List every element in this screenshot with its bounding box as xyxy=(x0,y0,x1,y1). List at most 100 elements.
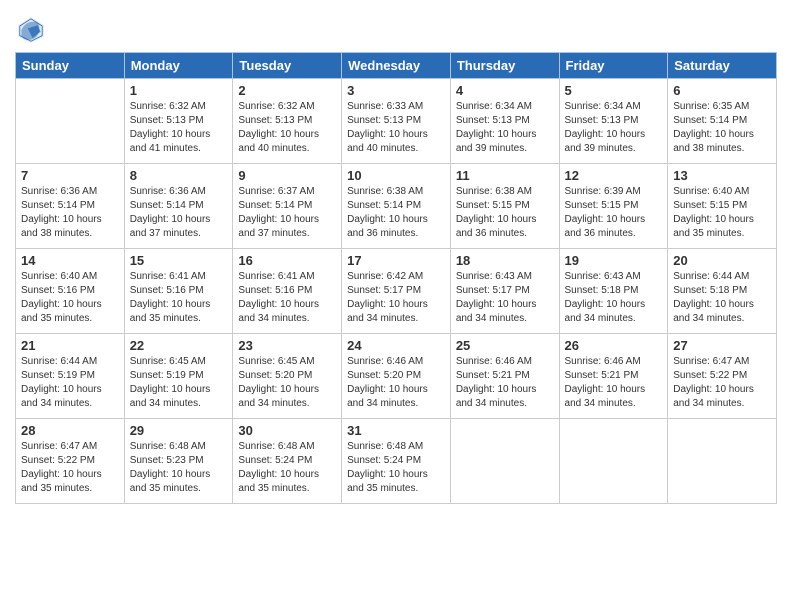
day-cell xyxy=(450,419,559,504)
day-cell: 10 Sunrise: 6:38 AM Sunset: 5:14 PM Dayli… xyxy=(342,164,451,249)
day-number: 9 xyxy=(238,168,336,183)
day-number: 19 xyxy=(565,253,663,268)
day-info: Sunrise: 6:44 AM Sunset: 5:19 PM Dayligh… xyxy=(21,355,119,411)
day-number: 24 xyxy=(347,338,445,353)
day-number: 28 xyxy=(21,423,119,438)
logo-icon xyxy=(15,14,47,46)
day-info: Sunrise: 6:41 AM Sunset: 5:16 PM Dayligh… xyxy=(238,270,336,326)
day-number: 10 xyxy=(347,168,445,183)
day-number: 27 xyxy=(673,338,771,353)
header-cell-wednesday: Wednesday xyxy=(342,53,451,79)
day-cell: 29 Sunrise: 6:48 AM Sunset: 5:23 PM Dayli… xyxy=(124,419,233,504)
day-info: Sunrise: 6:34 AM Sunset: 5:13 PM Dayligh… xyxy=(456,100,554,156)
day-info: Sunrise: 6:43 AM Sunset: 5:18 PM Dayligh… xyxy=(565,270,663,326)
header-cell-tuesday: Tuesday xyxy=(233,53,342,79)
day-cell: 9 Sunrise: 6:37 AM Sunset: 5:14 PM Daylig… xyxy=(233,164,342,249)
day-cell: 11 Sunrise: 6:38 AM Sunset: 5:15 PM Dayli… xyxy=(450,164,559,249)
header-cell-thursday: Thursday xyxy=(450,53,559,79)
day-cell xyxy=(559,419,668,504)
day-info: Sunrise: 6:48 AM Sunset: 5:23 PM Dayligh… xyxy=(130,440,228,496)
day-info: Sunrise: 6:36 AM Sunset: 5:14 PM Dayligh… xyxy=(21,185,119,241)
day-number: 26 xyxy=(565,338,663,353)
day-info: Sunrise: 6:47 AM Sunset: 5:22 PM Dayligh… xyxy=(673,355,771,411)
day-number: 1 xyxy=(130,83,228,98)
week-row-2: 7Sunrise: 6:36 AM Sunset: 5:14 PM Daylig… xyxy=(16,164,777,249)
day-number: 29 xyxy=(130,423,228,438)
day-number: 12 xyxy=(565,168,663,183)
day-number: 6 xyxy=(673,83,771,98)
day-number: 15 xyxy=(130,253,228,268)
header-cell-monday: Monday xyxy=(124,53,233,79)
day-number: 22 xyxy=(130,338,228,353)
header-cell-friday: Friday xyxy=(559,53,668,79)
day-cell: 3Sunrise: 6:33 AM Sunset: 5:13 PM Daylig… xyxy=(342,79,451,164)
day-cell: 1 Sunrise: 6:32 AM Sunset: 5:13 PM Daylig… xyxy=(124,79,233,164)
day-number: 11 xyxy=(456,168,554,183)
day-number: 5 xyxy=(565,83,663,98)
day-cell: 26 Sunrise: 6:46 AM Sunset: 5:21 PM Dayli… xyxy=(559,334,668,419)
day-number: 21 xyxy=(21,338,119,353)
day-info: Sunrise: 6:32 AM Sunset: 5:13 PM Dayligh… xyxy=(238,100,336,156)
day-cell: 23 Sunrise: 6:45 AM Sunset: 5:20 PM Dayli… xyxy=(233,334,342,419)
week-row-5: 28 Sunrise: 6:47 AM Sunset: 5:22 PM Dayli… xyxy=(16,419,777,504)
day-cell: 8 Sunrise: 6:36 AM Sunset: 5:14 PM Daylig… xyxy=(124,164,233,249)
day-info: Sunrise: 6:40 AM Sunset: 5:15 PM Dayligh… xyxy=(673,185,771,241)
day-info: Sunrise: 6:39 AM Sunset: 5:15 PM Dayligh… xyxy=(565,185,663,241)
day-info: Sunrise: 6:46 AM Sunset: 5:21 PM Dayligh… xyxy=(565,355,663,411)
day-number: 3 xyxy=(347,83,445,98)
day-cell: 25Sunrise: 6:46 AM Sunset: 5:21 PM Dayli… xyxy=(450,334,559,419)
day-info: Sunrise: 6:41 AM Sunset: 5:16 PM Dayligh… xyxy=(130,270,228,326)
day-cell: 15 Sunrise: 6:41 AM Sunset: 5:16 PM Dayli… xyxy=(124,249,233,334)
day-info: Sunrise: 6:43 AM Sunset: 5:17 PM Dayligh… xyxy=(456,270,554,326)
day-cell: 18 Sunrise: 6:43 AM Sunset: 5:17 PM Dayli… xyxy=(450,249,559,334)
day-cell: 30Sunrise: 6:48 AM Sunset: 5:24 PM Dayli… xyxy=(233,419,342,504)
day-cell: 4 Sunrise: 6:34 AM Sunset: 5:13 PM Daylig… xyxy=(450,79,559,164)
week-row-3: 14Sunrise: 6:40 AM Sunset: 5:16 PM Dayli… xyxy=(16,249,777,334)
day-cell xyxy=(16,79,125,164)
day-cell: 14Sunrise: 6:40 AM Sunset: 5:16 PM Dayli… xyxy=(16,249,125,334)
day-info: Sunrise: 6:36 AM Sunset: 5:14 PM Dayligh… xyxy=(130,185,228,241)
day-info: Sunrise: 6:38 AM Sunset: 5:15 PM Dayligh… xyxy=(456,185,554,241)
day-cell: 27 Sunrise: 6:47 AM Sunset: 5:22 PM Dayli… xyxy=(668,334,777,419)
day-cell: 2 Sunrise: 6:32 AM Sunset: 5:13 PM Daylig… xyxy=(233,79,342,164)
day-info: Sunrise: 6:40 AM Sunset: 5:16 PM Dayligh… xyxy=(21,270,119,326)
day-cell: 31 Sunrise: 6:48 AM Sunset: 5:24 PM Dayli… xyxy=(342,419,451,504)
day-info: Sunrise: 6:45 AM Sunset: 5:19 PM Dayligh… xyxy=(130,355,228,411)
day-info: Sunrise: 6:47 AM Sunset: 5:22 PM Dayligh… xyxy=(21,440,119,496)
day-number: 20 xyxy=(673,253,771,268)
day-number: 18 xyxy=(456,253,554,268)
day-info: Sunrise: 6:32 AM Sunset: 5:13 PM Dayligh… xyxy=(130,100,228,156)
week-row-4: 21 Sunrise: 6:44 AM Sunset: 5:19 PM Dayli… xyxy=(16,334,777,419)
day-cell: 6 Sunrise: 6:35 AM Sunset: 5:14 PM Daylig… xyxy=(668,79,777,164)
day-number: 8 xyxy=(130,168,228,183)
day-info: Sunrise: 6:44 AM Sunset: 5:18 PM Dayligh… xyxy=(673,270,771,326)
logo xyxy=(15,14,49,46)
day-info: Sunrise: 6:45 AM Sunset: 5:20 PM Dayligh… xyxy=(238,355,336,411)
header-cell-saturday: Saturday xyxy=(668,53,777,79)
day-cell: 22 Sunrise: 6:45 AM Sunset: 5:19 PM Dayli… xyxy=(124,334,233,419)
day-cell: 16 Sunrise: 6:41 AM Sunset: 5:16 PM Dayli… xyxy=(233,249,342,334)
day-number: 23 xyxy=(238,338,336,353)
day-info: Sunrise: 6:46 AM Sunset: 5:20 PM Dayligh… xyxy=(347,355,445,411)
day-number: 16 xyxy=(238,253,336,268)
day-number: 30 xyxy=(238,423,336,438)
day-cell: 12 Sunrise: 6:39 AM Sunset: 5:15 PM Dayli… xyxy=(559,164,668,249)
day-number: 4 xyxy=(456,83,554,98)
day-info: Sunrise: 6:35 AM Sunset: 5:14 PM Dayligh… xyxy=(673,100,771,156)
day-cell: 24 Sunrise: 6:46 AM Sunset: 5:20 PM Dayli… xyxy=(342,334,451,419)
day-cell: 20 Sunrise: 6:44 AM Sunset: 5:18 PM Dayli… xyxy=(668,249,777,334)
day-cell: 17Sunrise: 6:42 AM Sunset: 5:17 PM Dayli… xyxy=(342,249,451,334)
day-number: 13 xyxy=(673,168,771,183)
day-cell: 13 Sunrise: 6:40 AM Sunset: 5:15 PM Dayli… xyxy=(668,164,777,249)
header-area xyxy=(15,10,777,46)
day-info: Sunrise: 6:46 AM Sunset: 5:21 PM Dayligh… xyxy=(456,355,554,411)
page: SundayMondayTuesdayWednesdayThursdayFrid… xyxy=(0,0,792,612)
day-info: Sunrise: 6:34 AM Sunset: 5:13 PM Dayligh… xyxy=(565,100,663,156)
day-number: 31 xyxy=(347,423,445,438)
day-number: 17 xyxy=(347,253,445,268)
day-info: Sunrise: 6:38 AM Sunset: 5:14 PM Dayligh… xyxy=(347,185,445,241)
week-row-1: 1 Sunrise: 6:32 AM Sunset: 5:13 PM Daylig… xyxy=(16,79,777,164)
day-info: Sunrise: 6:48 AM Sunset: 5:24 PM Dayligh… xyxy=(347,440,445,496)
day-number: 2 xyxy=(238,83,336,98)
day-info: Sunrise: 6:37 AM Sunset: 5:14 PM Dayligh… xyxy=(238,185,336,241)
